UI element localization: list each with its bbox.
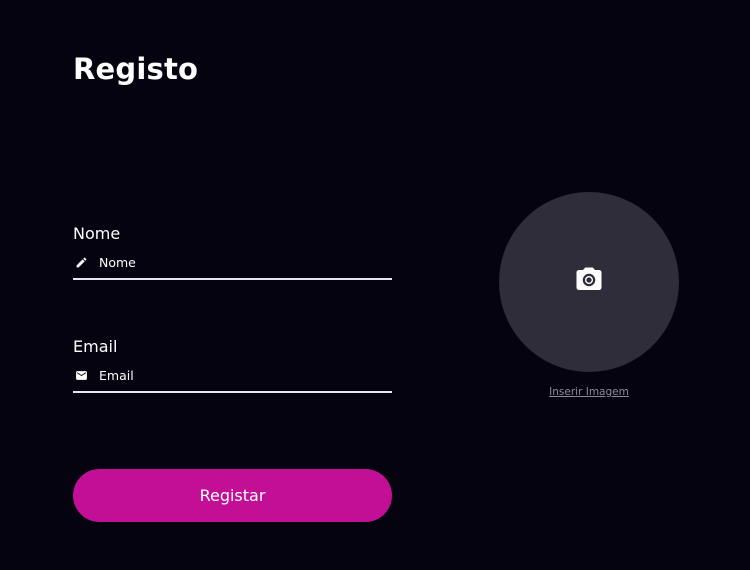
page-title: Registo	[73, 52, 199, 86]
register-button[interactable]: Registar	[73, 469, 392, 522]
mail-icon	[74, 368, 88, 382]
avatar-upload[interactable]	[499, 192, 679, 372]
email-field: Email	[73, 336, 392, 393]
insert-image-link[interactable]: Inserir Imagem	[499, 386, 679, 398]
pencil-icon	[74, 255, 88, 269]
name-input[interactable]	[99, 254, 392, 270]
name-input-row[interactable]	[73, 250, 392, 280]
name-field: Nome	[73, 223, 392, 280]
email-input[interactable]	[99, 367, 392, 383]
camera-icon	[573, 265, 605, 299]
name-label: Nome	[73, 224, 121, 243]
email-label: Email	[73, 337, 118, 356]
email-input-row[interactable]	[73, 363, 392, 393]
